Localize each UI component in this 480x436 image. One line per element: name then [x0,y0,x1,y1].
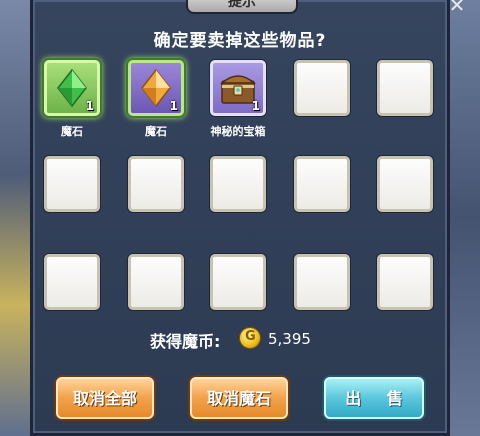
empty-slot[interactable] [128,156,184,212]
item-label: 魔石 [61,125,83,138]
empty-slot[interactable] [294,156,350,212]
dialog-title: 提示 [186,0,298,14]
cancel-gem-button[interactable]: 取消魔石 [190,377,288,419]
empty-slot[interactable] [128,254,184,310]
coin-icon: G [240,328,260,348]
item-quantity: 1 [251,99,260,113]
sell-button[interactable]: 出 售 [324,377,424,419]
item-label: 魔石 [145,125,167,138]
item-quantity: 1 [85,99,94,113]
empty-slot[interactable] [210,156,266,212]
close-icon[interactable]: ✕ [446,0,468,15]
cancel-all-button[interactable]: 取消全部 [56,377,154,419]
confirm-question: 确定要卖掉这些物品? [153,31,327,51]
item-slot-orange-gem[interactable]: 1 [128,60,184,116]
empty-slot[interactable] [377,60,433,116]
empty-slot[interactable] [294,254,350,310]
empty-slot[interactable] [44,254,100,310]
item-label: 神秘的宝箱 [210,125,266,138]
empty-slot[interactable] [377,156,433,212]
item-slot-treasure-chest[interactable]: 1 [210,60,266,116]
empty-slot[interactable] [44,156,100,212]
gain-label: 获得魔币: [150,332,221,351]
background-right [450,0,480,436]
item-slot-green-gem[interactable]: 1 [44,60,100,116]
gain-amount: 5,395 [268,330,311,348]
coin-glyph: G [245,329,256,344]
empty-slot[interactable] [294,60,350,116]
item-quantity: 1 [169,99,178,113]
empty-slot[interactable] [210,254,266,310]
empty-slot[interactable] [377,254,433,310]
